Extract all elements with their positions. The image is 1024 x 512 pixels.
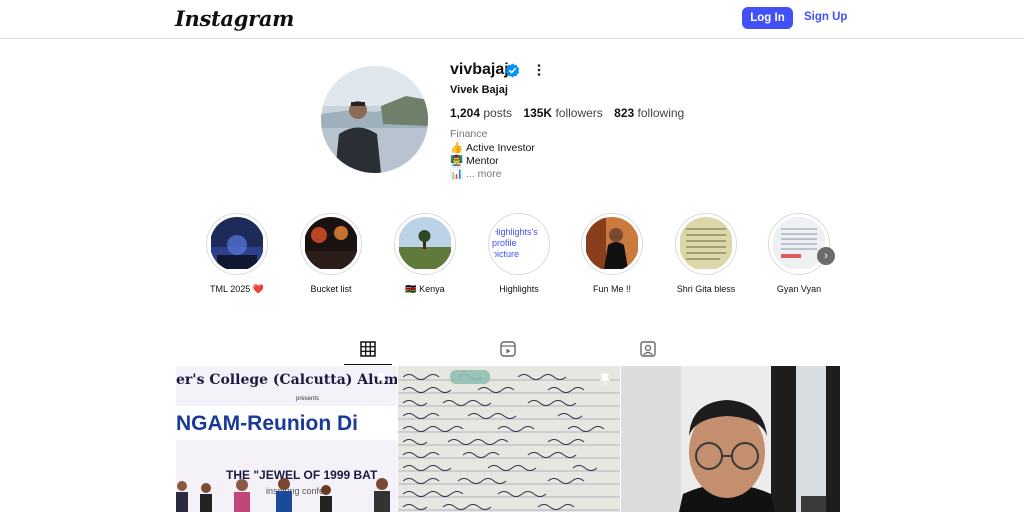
highlight-ring [206, 213, 268, 275]
tagged-icon[interactable] [639, 340, 657, 358]
bio-line: 👍 Active Investor [450, 141, 535, 154]
highlight-thumbnail-alt-text: Highlights's profile picture [492, 217, 546, 271]
verified-badge-icon [505, 63, 520, 78]
highlight-label: Bucket list [310, 284, 352, 294]
bio-line: 👨‍🏫 Mentor [450, 154, 499, 167]
bio-line[interactable]: 📊... more [450, 167, 502, 180]
highlight-label: Gyan Vyan [776, 284, 822, 294]
instagram-logo[interactable]: Instagram [175, 6, 294, 31]
post-banner-top: er's College (Calcutta) Alumni As [176, 372, 397, 388]
pinned-post-icon [599, 373, 611, 385]
highlight-item[interactable]: Fun Me !! [581, 213, 643, 294]
video-portrait-image [621, 366, 840, 512]
more-options-icon[interactable] [534, 62, 544, 78]
reels-icon[interactable] [499, 340, 517, 358]
posts-count: 1,204 [450, 106, 481, 120]
profile-stats: 1,204 posts 135K followers 823 following [450, 106, 692, 120]
pinned-post-icon [376, 373, 388, 385]
following-label: following [637, 106, 685, 120]
highlight-item[interactable]: Highlights's profile picture Highlights [488, 213, 550, 294]
highlight-ring [675, 213, 737, 275]
highlight-thumbnail [772, 217, 826, 271]
highlight-item[interactable]: 🇰🇪 Kenya [394, 213, 456, 294]
login-button[interactable]: Log In [742, 7, 793, 29]
highlight-item[interactable]: Bucket list [300, 213, 362, 294]
highlight-item[interactable]: Shri Gita bless [675, 213, 737, 294]
post-tile[interactable] [398, 366, 620, 512]
highlight-image-alt: Highlights's profile picture [492, 227, 538, 259]
posts-stat: 1,204 posts [450, 106, 512, 120]
post-banner-small: presents [296, 396, 320, 402]
post-banner-main: NGAM-Reunion Di [176, 412, 358, 435]
following-stat[interactable]: 823 following [614, 106, 684, 120]
highlight-thumbnail [585, 217, 639, 271]
teacher-icon: 👨‍🏫 [450, 155, 464, 167]
profile-full-name: Vivek Bajaj [450, 84, 508, 96]
highlight-label: Shri Gita bless [676, 284, 736, 294]
highlight-ring [300, 213, 362, 275]
profile-category: Finance [450, 128, 488, 140]
thumbs-up-icon: 👍 [450, 142, 464, 154]
highlight-ring [394, 213, 456, 275]
bio-text: Active Investor [466, 142, 535, 154]
highlight-thumbnail [210, 217, 264, 271]
grid-icon[interactable] [359, 340, 377, 358]
highlight-ring [581, 213, 643, 275]
followers-count: 135K [523, 106, 553, 120]
posts-label: posts [483, 106, 513, 120]
bio-more-link[interactable]: ... more [466, 168, 502, 180]
followers-stat[interactable]: 135K followers [523, 106, 602, 120]
highlight-item[interactable]: TML 2025 ❤️ [206, 213, 268, 294]
followers-label: followers [555, 106, 603, 120]
highlight-label: Fun Me !! [592, 284, 631, 294]
active-tab-indicator [344, 364, 392, 365]
bio-text: Mentor [466, 155, 499, 167]
profile-avatar[interactable] [321, 66, 428, 173]
highlights-next-arrow-icon[interactable]: › [817, 247, 835, 265]
following-count: 823 [614, 106, 635, 120]
post-tile[interactable]: er's College (Calcutta) Alumni As presen… [176, 366, 397, 512]
post-tile[interactable] [621, 366, 840, 512]
highlight-label: 🇰🇪 Kenya [405, 284, 445, 294]
highlight-label: TML 2025 ❤️ [210, 284, 264, 294]
highlight-item[interactable]: Gyan Vyan [768, 213, 830, 294]
handwritten-notes-image [398, 366, 620, 512]
highlight-thumbnail [679, 217, 733, 271]
top-navigation-bar: Instagram Log In Sign Up [0, 0, 1024, 39]
highlight-ring [768, 213, 830, 275]
highlight-label: Highlights [499, 284, 539, 294]
post-people-photo [176, 478, 390, 512]
chart-icon: 📊 [450, 168, 464, 180]
highlight-thumbnail [304, 217, 358, 271]
profile-username: vivbajaj [450, 61, 509, 78]
signup-link[interactable]: Sign Up [804, 11, 847, 23]
highlight-thumbnail [398, 217, 452, 271]
highlight-ring: Highlights's profile picture [488, 213, 550, 275]
